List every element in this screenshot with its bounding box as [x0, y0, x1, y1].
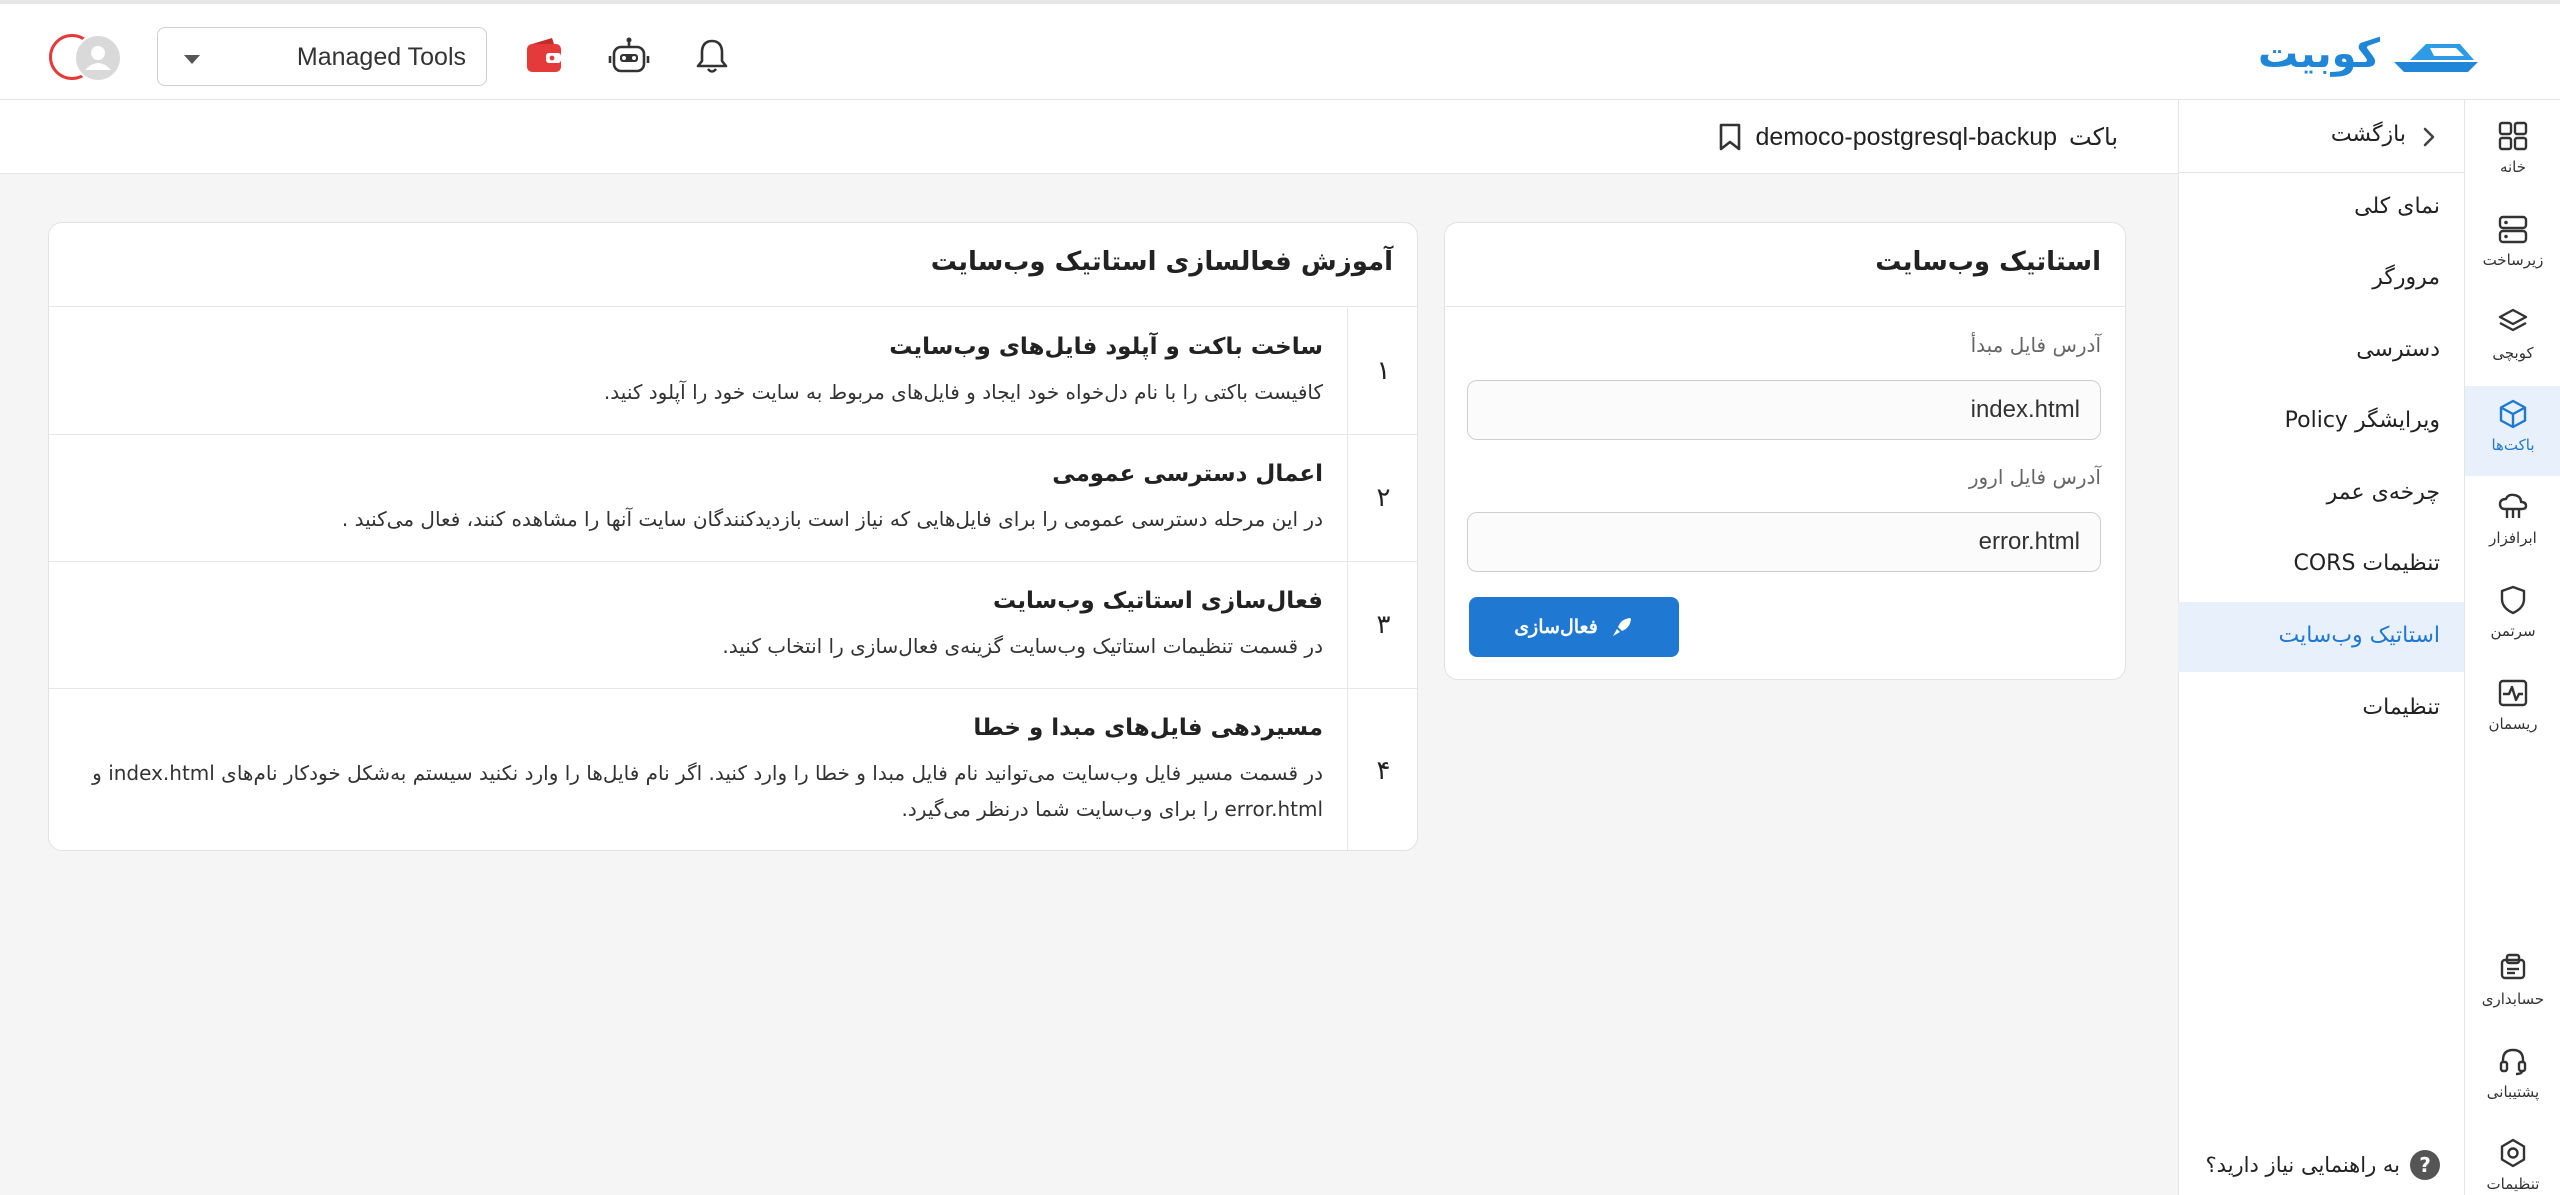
main-icon-rail: خانه زیرساخت کوبچی باکت‌ها ابرافزار [2464, 100, 2560, 1195]
rail-item-buckets[interactable]: باکت‌ها [2465, 386, 2560, 476]
static-website-title: استاتیک وب‌سایت [1875, 247, 2101, 277]
error-file-label: آدرس فایل ارور [1968, 465, 2101, 489]
robot-assistant-icon[interactable] [607, 36, 651, 76]
help-link[interactable]: ? به راهنمایی نیاز دارید؟ [2206, 1148, 2440, 1182]
index-file-label: آدرس فایل مبدأ [1970, 333, 2101, 357]
static-website-card: استاتیک وب‌سایت آدرس فایل مبدأ آدرس فایل… [1444, 222, 2126, 680]
help-label: به راهنمایی نیاز دارید؟ [2205, 1153, 2400, 1177]
rail-item-risman[interactable]: ریسمان [2465, 665, 2560, 755]
step-number: ۳ [1347, 562, 1417, 688]
top-header: کوبیت Managed Tools [0, 0, 2560, 100]
step-number: ۲ [1347, 435, 1417, 561]
rail-item-accounting[interactable]: حسابداری [2465, 940, 2560, 1030]
managed-tools-select[interactable]: Managed Tools [157, 27, 487, 86]
cloud-app-icon [2498, 493, 2528, 518]
bucket-sub-nav: بازگشت نمای کلی مرورگر دسترسی ویرایشگر P… [2178, 100, 2464, 1195]
rail-item-settings[interactable]: تنظیمات [2465, 1125, 2560, 1195]
step-description: در قسمت تنظیمات استاتیک وب‌سایت گزینه‌ی … [722, 634, 1323, 658]
ship-logo-icon [2394, 44, 2478, 72]
activate-button[interactable]: فعال‌سازی [1469, 597, 1679, 657]
rail-item-support[interactable]: پشتیبانی [2465, 1033, 2560, 1123]
static-website-card-header: استاتیک وب‌سایت [1445, 223, 2125, 307]
guide-step: ۲ اعمال دسترسی عمومی در این مرحله دسترسی… [49, 435, 1417, 562]
pulse-icon [2498, 679, 2528, 707]
cube-icon [2499, 399, 2527, 429]
step-description: کافیست باکتی را با نام دل‌خواه خود ایجاد… [603, 380, 1323, 404]
bucket-name: democo-postgresql-backup [1755, 122, 2058, 151]
index-file-input[interactable] [1467, 380, 2101, 440]
step-title: ساخت باکت و آپلود فایل‌های وب‌سایت [889, 334, 1323, 360]
brand-logo[interactable]: کوبیت [2258, 26, 2482, 82]
headset-icon [2499, 1048, 2527, 1076]
step-title: مسیردهی فایل‌های مبدا و خطا [973, 715, 1323, 741]
guide-step: ۱ ساخت باکت و آپلود فایل‌های وب‌سایت کاف… [49, 308, 1417, 435]
nav-item-cors-settings[interactable]: تنظیمات CORS [2178, 530, 2464, 600]
back-button[interactable]: بازگشت [2178, 100, 2464, 173]
step-description: در قسمت مسیر فایل وب‌سایت می‌توانید نام … [92, 761, 1323, 821]
activation-guide-header: آموزش فعالسازی استاتیک وب‌سایت [49, 223, 1417, 307]
nav-item-browser[interactable]: مرورگر [2178, 244, 2464, 314]
page-title-prefix: باکت [2069, 123, 2118, 151]
receipt-icon [2500, 953, 2526, 980]
guide-step: ۳ فعال‌سازی استاتیک وب‌سایت در قسمت تنظی… [49, 562, 1417, 689]
bookmark-icon[interactable] [1717, 122, 1743, 152]
guide-step: ۴ مسیردهی فایل‌های مبدا و خطا در قسمت مس… [49, 689, 1417, 850]
avatar[interactable] [74, 34, 122, 82]
user-icon [85, 46, 111, 70]
page-title-bar: باکت democo-postgresql-backup [0, 100, 2178, 174]
activation-guide-title: آموزش فعالسازی استاتیک وب‌سایت [930, 247, 1393, 277]
back-label: بازگشت [2330, 122, 2406, 147]
help-icon: ? [2410, 1150, 2440, 1180]
error-file-input[interactable] [1467, 512, 2101, 572]
nav-item-lifecycle[interactable]: چرخه‌ی عمر [2178, 459, 2464, 529]
brand-name: کوبیت [2257, 31, 2380, 77]
chevron-down-icon [184, 55, 200, 64]
layers-icon [2498, 308, 2528, 332]
activation-guide-card: آموزش فعالسازی استاتیک وب‌سایت ۱ ساخت با… [48, 222, 1418, 851]
wallet-icon[interactable] [522, 34, 566, 78]
shield-icon [2500, 585, 2526, 615]
settings-icon [2500, 1138, 2526, 1168]
step-title: فعال‌سازی استاتیک وب‌سایت [993, 588, 1323, 614]
rail-item-cloud-apps[interactable]: ابرافزار [2465, 479, 2560, 569]
step-title: اعمال دسترسی عمومی [1052, 461, 1323, 487]
rail-item-infrastructure[interactable]: زیرساخت [2465, 201, 2560, 291]
nav-item-static-website[interactable]: استاتیک وب‌سایت [2178, 602, 2464, 672]
step-description: در این مرحله دسترسی عمومی را برای فایل‌ه… [341, 507, 1323, 531]
activate-button-label: فعال‌سازی [1514, 616, 1598, 638]
managed-tools-value: Managed Tools [296, 43, 466, 71]
rail-item-kubchi[interactable]: کوبچی [2465, 294, 2560, 384]
rocket-icon [1612, 618, 1631, 636]
server-icon [2498, 215, 2528, 244]
rail-item-sartaman[interactable]: سرتمن [2465, 572, 2560, 662]
nav-item-settings[interactable]: تنظیمات [2178, 674, 2464, 744]
nav-item-policy-editor[interactable]: ویرایشگر Policy [2178, 387, 2464, 457]
rail-item-home[interactable]: خانه [2465, 108, 2560, 198]
step-number: ۱ [1347, 308, 1417, 434]
nav-item-access[interactable]: دسترسی [2178, 316, 2464, 386]
notification-bell-icon[interactable] [692, 36, 732, 76]
chevron-right-icon [2423, 127, 2435, 147]
step-number: ۴ [1347, 689, 1417, 850]
nav-item-overview[interactable]: نمای کلی [2178, 173, 2464, 243]
grid-icon [2498, 121, 2528, 151]
